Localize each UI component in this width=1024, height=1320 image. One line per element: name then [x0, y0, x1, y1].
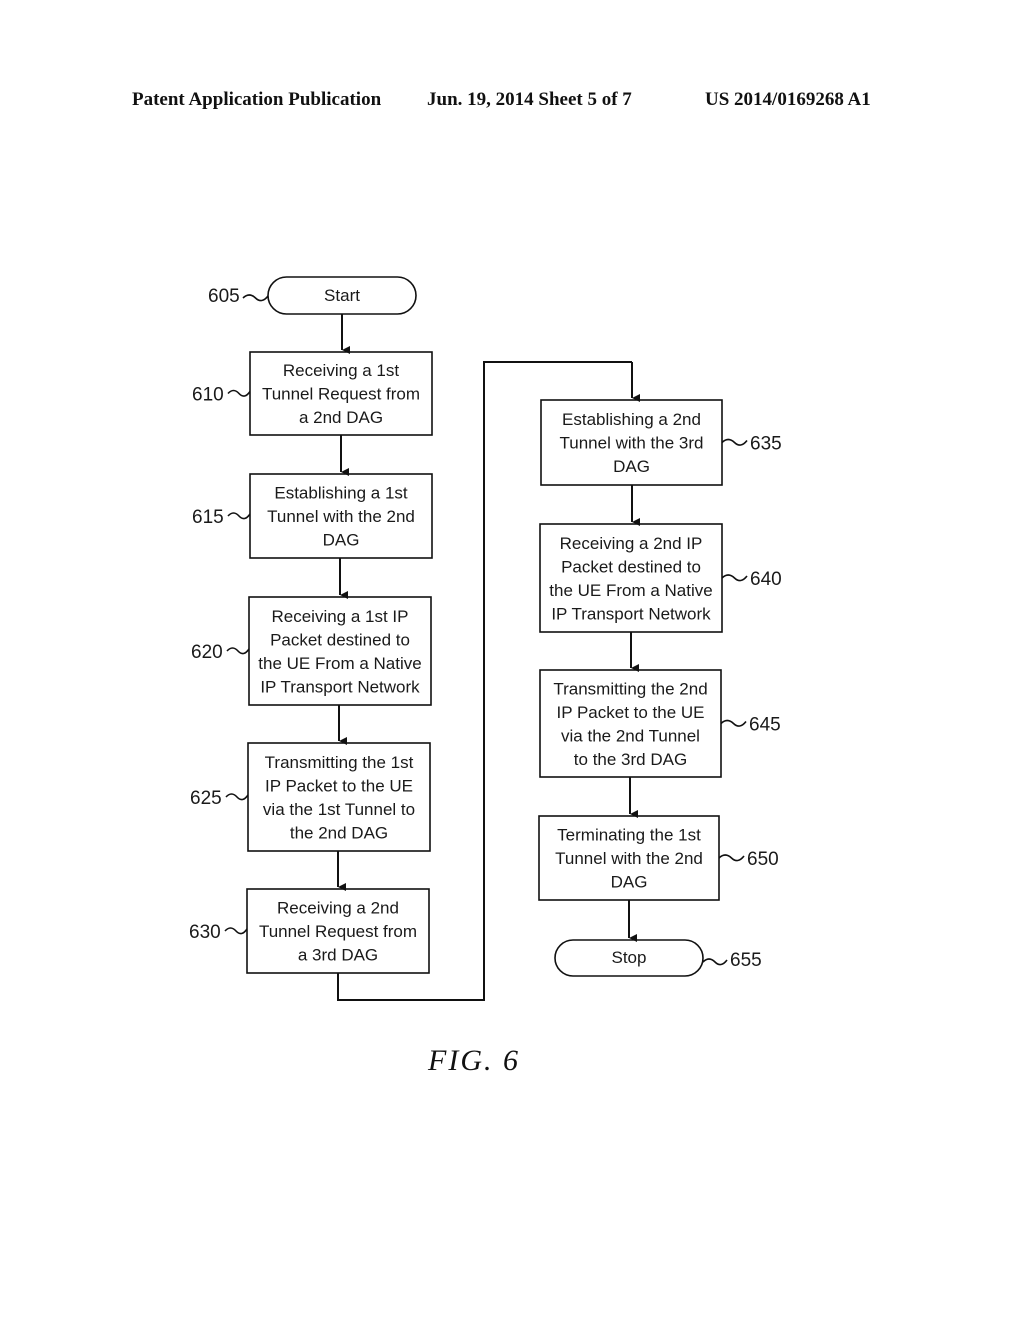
step-630-line: a 3rd DAG [298, 946, 378, 965]
ref-645: 645 [749, 715, 781, 736]
step-635-line: Tunnel with the 3rd [560, 434, 704, 453]
leader-610 [227, 389, 251, 397]
leader-620 [226, 647, 250, 655]
step-615-line: Tunnel with the 2nd [267, 507, 415, 526]
step-610-line: Tunnel Request from [262, 385, 420, 404]
step-630-line: Tunnel Request from [259, 922, 417, 941]
ref-640: 640 [750, 569, 782, 590]
leader-615 [227, 512, 251, 520]
step-620-line: IP Transport Network [260, 677, 420, 696]
leader-655 [702, 958, 728, 966]
leader-630 [224, 927, 248, 935]
leader-645 [720, 719, 747, 727]
ref-615: 615 [192, 507, 224, 528]
leader-640 [721, 574, 748, 582]
step-625-line: Transmitting the 1st [265, 753, 414, 772]
ref-625: 625 [190, 788, 222, 809]
step-625-line: the 2nd DAG [290, 823, 388, 842]
ref-650: 650 [747, 849, 779, 870]
leader-605 [242, 294, 269, 302]
step-610-line: a 2nd DAG [299, 408, 383, 427]
ref-635: 635 [750, 434, 782, 455]
stop-label: Stop [612, 948, 647, 967]
step-620-line: Packet destined to [270, 630, 410, 649]
step-635-line: DAG [613, 457, 650, 476]
leader-635 [721, 438, 748, 446]
step-615-line: DAG [323, 531, 360, 550]
step-635-line: Establishing a 2nd [562, 410, 701, 429]
ref-610: 610 [192, 385, 224, 406]
figure-label: FIG. 6 [428, 1044, 520, 1077]
step-640-line: Receiving a 2nd IP [560, 534, 703, 553]
step-625-line: via the 1st Tunnel to [263, 800, 415, 819]
step-640-line: IP Transport Network [551, 604, 711, 623]
step-645-line: via the 2nd Tunnel [561, 726, 700, 745]
ref-620: 620 [191, 642, 223, 663]
leader-625 [225, 793, 249, 801]
step-640-line: the UE From a Native [549, 581, 712, 600]
flowchart: Start 605 Stop 655 Receiving a 1st Tunnel Req… [189, 276, 782, 1001]
step-625-line: IP Packet to the UE [265, 776, 413, 795]
step-645-line: Transmitting the 2nd [553, 679, 707, 698]
step-620-line: the UE From a Native [258, 654, 421, 673]
step-615-line: Establishing a 1st [274, 484, 408, 503]
ref-655: 655 [730, 950, 762, 971]
ref-630: 630 [189, 922, 221, 943]
step-640-line: Packet destined to [561, 557, 701, 576]
step-650-line: Terminating the 1st [557, 826, 701, 845]
step-650-line: DAG [611, 873, 648, 892]
step-620-line: Receiving a 1st IP [271, 607, 408, 626]
leader-650 [718, 854, 745, 862]
step-650-line: Tunnel with the 2nd [555, 849, 703, 868]
start-label: Start [324, 286, 360, 305]
ref-605: 605 [208, 286, 240, 307]
step-610-line: Receiving a 1st [283, 361, 400, 380]
step-645-line: IP Packet to the UE [556, 703, 704, 722]
step-630-line: Receiving a 2nd [277, 899, 399, 918]
step-645-line: to the 3rd DAG [574, 750, 687, 769]
